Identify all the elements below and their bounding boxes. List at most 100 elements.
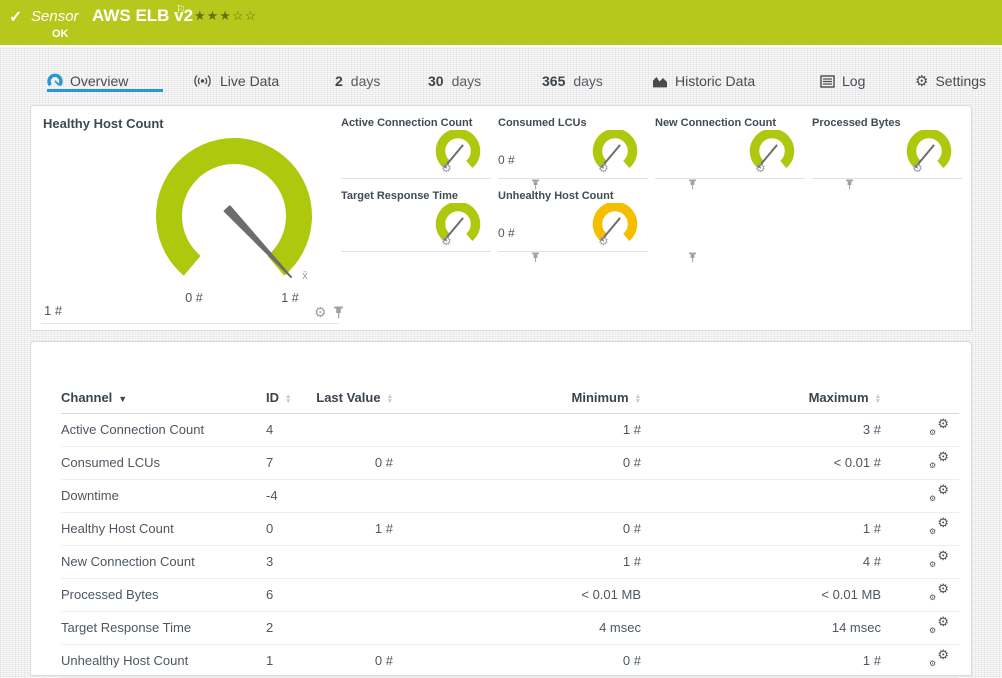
table-row: Processed Bytes 6 < 0.01 MB < 0.01 MB ⚙ ⚙ xyxy=(61,578,959,612)
channel-minimum: 0 # xyxy=(393,446,641,480)
column-header-id[interactable]: ID ▲ ▼ xyxy=(266,383,301,414)
mini-gauge-consumed-lcus[interactable]: Consumed LCUs 0 # ⚙ xyxy=(498,113,697,190)
tab-label: Overview xyxy=(70,73,129,89)
tab-label: Log xyxy=(842,73,866,89)
mini-gauge-target-response-time[interactable]: Target Response Time ⚙ xyxy=(341,186,540,263)
column-header-channel[interactable]: Channel ▼ xyxy=(61,383,266,414)
channels-panel: Channel ▼ ID ▲ ▼ Last Value ▲ ▼ Minimum ▲ ▼ Max… xyxy=(30,341,972,678)
pin-icon[interactable] xyxy=(333,306,344,319)
gear-icon[interactable]: ⚙ xyxy=(912,162,923,174)
mini-gauge-value: 0 # xyxy=(498,226,515,240)
table-header-row: Channel ▼ ID ▲ ▼ Last Value ▲ ▼ Minimum ▲ ▼ Max… xyxy=(61,383,959,414)
table-row: Active Connection Count 4 1 # 3 # ⚙ ⚙ xyxy=(61,413,959,447)
mini-gauge xyxy=(906,130,952,169)
tab-label: Historic Data xyxy=(675,73,756,89)
mini-gauge-active-connection-count[interactable]: Active Connection Count ⚙ xyxy=(341,113,540,190)
channel-minimum xyxy=(393,479,641,513)
live-data-icon xyxy=(194,75,211,87)
tab-30-days[interactable]: 30 days xyxy=(428,71,481,91)
column-header-maximum[interactable]: Maximum ▲ ▼ xyxy=(641,383,881,414)
table-row: Consumed LCUs 7 0 # 0 # < 0.01 # ⚙ ⚙ xyxy=(61,446,959,480)
mini-gauge xyxy=(435,203,481,242)
tab-label: Settings xyxy=(935,73,987,89)
status-ok-check-icon: ✓ xyxy=(9,9,23,26)
pin-icon[interactable] xyxy=(688,252,697,263)
channel-maximum: 3 # xyxy=(641,413,881,447)
gauge-average-marker: x̄ xyxy=(302,270,308,282)
channels-table: Channel ▼ ID ▲ ▼ Last Value ▲ ▼ Minimum ▲ ▼ Max… xyxy=(61,383,959,678)
tab-log[interactable]: Log xyxy=(820,71,865,91)
gear-icon[interactable]: ⚙ xyxy=(755,162,766,174)
tab-unit: days xyxy=(451,73,482,89)
channel-last-value xyxy=(301,545,393,579)
channel-settings-icon[interactable]: ⚙ ⚙ xyxy=(928,516,949,536)
pin-icon[interactable] xyxy=(845,179,854,190)
channel-name: Healthy Host Count xyxy=(61,512,266,546)
tab-historic-data[interactable]: Historic Data xyxy=(652,71,755,91)
gauge-scale-min: 0 # xyxy=(185,291,203,305)
pin-icon[interactable] xyxy=(688,179,697,190)
column-header-last-value[interactable]: Last Value ▲ ▼ xyxy=(301,383,393,414)
tab-2-days[interactable]: 2 days xyxy=(335,71,380,91)
channel-minimum: 1 # xyxy=(393,545,641,579)
primary-gauge-title: Healthy Host Count xyxy=(43,116,164,131)
tab-overview[interactable]: Overview xyxy=(47,71,128,91)
channel-settings-icon[interactable]: ⚙ ⚙ xyxy=(928,549,949,569)
mini-gauge-title: New Connection Count xyxy=(655,117,776,129)
channel-settings-icon[interactable]: ⚙ ⚙ xyxy=(928,582,949,602)
channel-last-value xyxy=(301,611,393,645)
mini-gauge xyxy=(592,130,638,169)
channel-minimum: 0 # xyxy=(393,512,641,546)
channel-name: Processed Bytes xyxy=(61,578,266,612)
channel-last-value: 0 # xyxy=(301,446,393,480)
mini-gauge xyxy=(435,130,481,169)
mini-gauge-title: Consumed LCUs xyxy=(498,117,587,129)
tab-settings[interactable]: ⚙ Settings xyxy=(915,71,986,91)
channel-maximum: < 0.01 # xyxy=(641,446,881,480)
channel-id: -4 xyxy=(266,479,301,513)
channel-maximum: < 0.01 MB xyxy=(641,578,881,612)
channel-settings-icon[interactable]: ⚙ ⚙ xyxy=(928,483,949,503)
channel-settings-icon[interactable]: ⚙ ⚙ xyxy=(928,450,949,470)
sort-icon: ▲ ▼ xyxy=(285,392,292,405)
mini-gauge-unhealthy-host-count[interactable]: Unhealthy Host Count 0 # ⚙ xyxy=(498,186,697,263)
gear-icon[interactable]: ⚙ xyxy=(598,235,609,247)
sort-icon: ▲ ▼ xyxy=(386,392,393,405)
channel-maximum: 1 # xyxy=(641,512,881,546)
channel-maximum xyxy=(641,479,881,513)
gear-icon[interactable]: ⚙ xyxy=(441,235,452,247)
status-badge: OK xyxy=(52,28,69,40)
mini-gauge-value: 0 # xyxy=(498,153,515,167)
channel-settings-icon[interactable]: ⚙ ⚙ xyxy=(928,648,949,668)
gear-icon[interactable]: ⚙ xyxy=(314,305,327,319)
mini-gauge-processed-bytes[interactable]: Processed Bytes ⚙ xyxy=(812,113,962,179)
table-row: Downtime -4 ⚙ ⚙ xyxy=(61,479,959,513)
primary-gauge-value: 1 # xyxy=(44,303,63,318)
tab-365-days[interactable]: 365 days xyxy=(542,71,603,91)
channel-maximum: 4 # xyxy=(641,545,881,579)
channel-id: 2 xyxy=(266,611,301,645)
priority-flag-icon[interactable]: ⚐ xyxy=(176,3,186,16)
table-row: Healthy Host Count 0 1 # 0 # 1 # ⚙ ⚙ xyxy=(61,512,959,546)
gear-icon: ⚙ xyxy=(915,72,929,90)
channel-settings-icon[interactable]: ⚙ ⚙ xyxy=(928,417,949,437)
column-header-minimum[interactable]: Minimum ▲ ▼ xyxy=(393,383,641,414)
gear-icon[interactable]: ⚙ xyxy=(598,162,609,174)
channel-settings-icon[interactable]: ⚙ ⚙ xyxy=(928,615,949,635)
pin-icon[interactable] xyxy=(531,252,540,263)
gear-icon[interactable]: ⚙ xyxy=(441,162,452,174)
historic-chart-icon xyxy=(653,77,667,88)
priority-stars[interactable]: ★★★☆☆ xyxy=(194,8,257,24)
channel-last-value xyxy=(301,413,393,447)
tab-live-data[interactable]: Live Data xyxy=(192,71,279,91)
mini-gauge-title: Unhealthy Host Count xyxy=(498,190,614,202)
channel-id: 4 xyxy=(266,413,301,447)
channel-id: 3 xyxy=(266,545,301,579)
channel-maximum: 14 msec xyxy=(641,611,881,645)
mini-gauge-title: Processed Bytes xyxy=(812,117,901,129)
gauge-icon xyxy=(47,73,63,87)
tab-unit: days xyxy=(350,73,381,89)
tab-number: 365 xyxy=(542,73,566,89)
channel-last-value: 0 # xyxy=(301,644,393,678)
mini-gauge-new-connection-count[interactable]: New Connection Count ⚙ xyxy=(655,113,854,190)
